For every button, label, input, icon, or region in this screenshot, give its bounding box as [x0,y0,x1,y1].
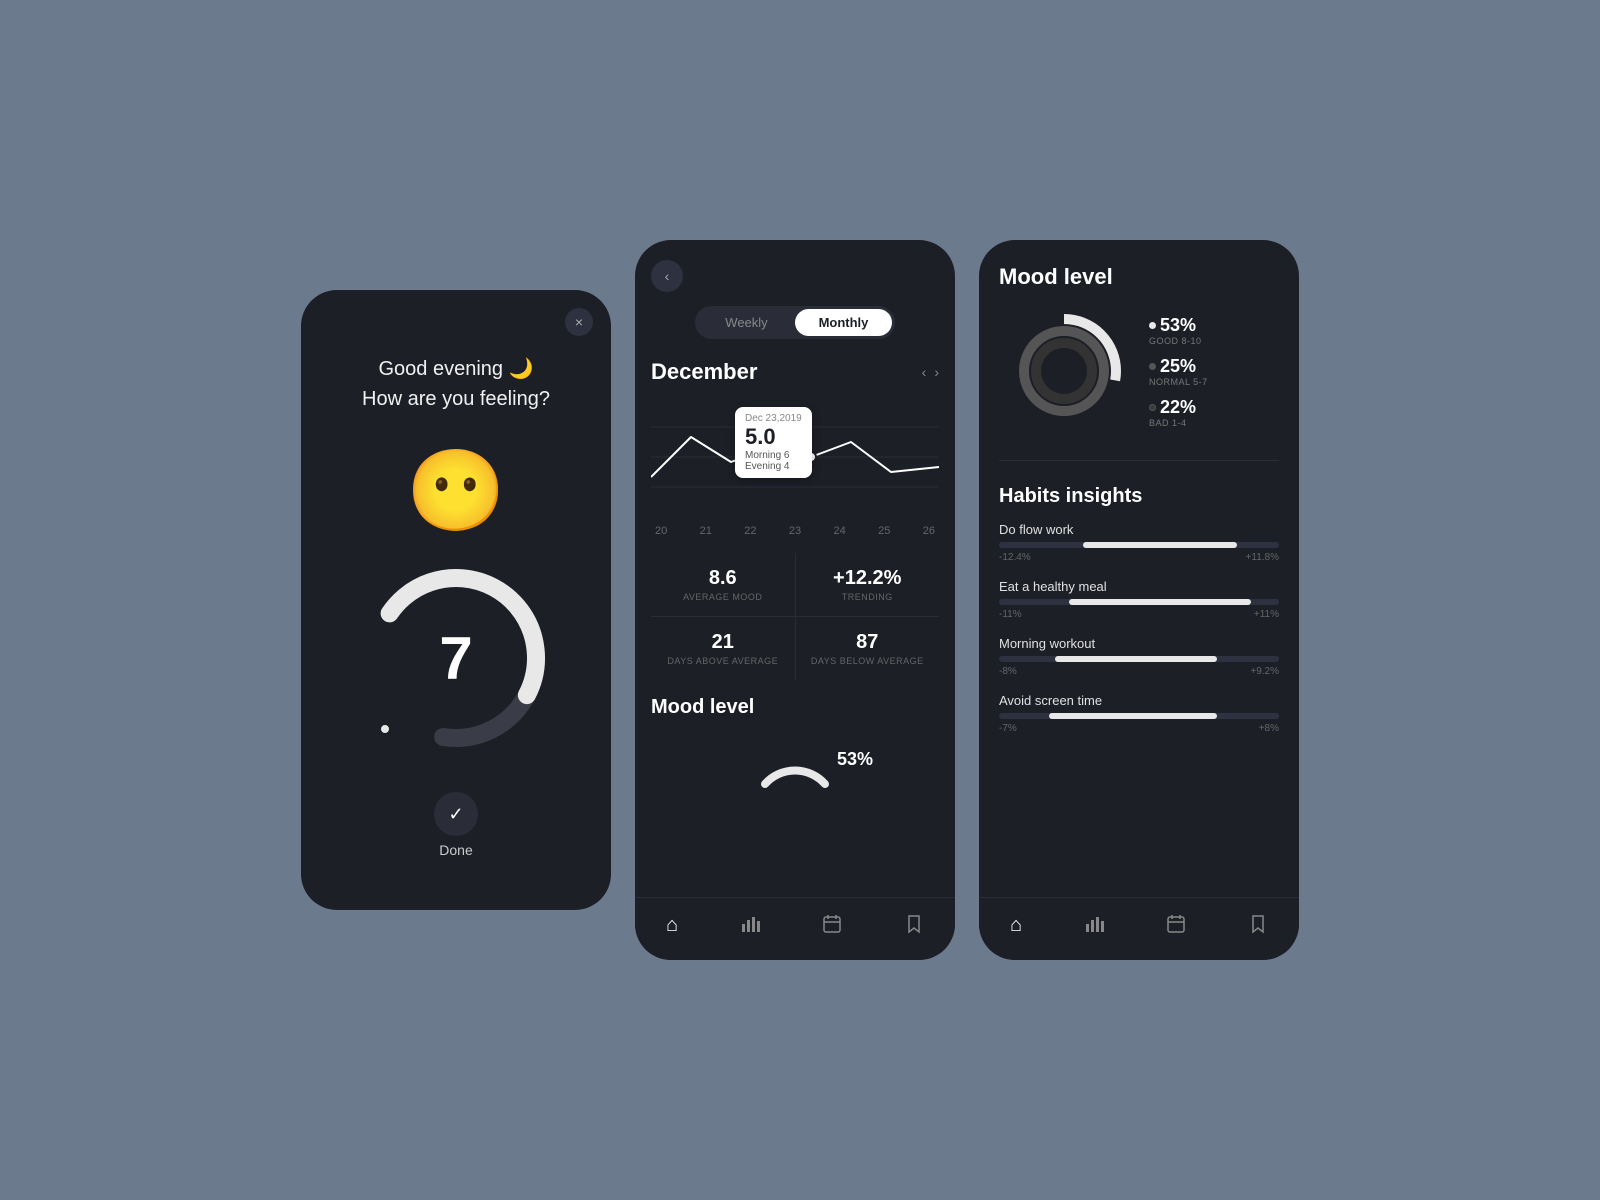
mood-chart: Dec 23,2019 5.0 Morning 6 Evening 4 [651,397,939,517]
greeting-line2: How are you feeling? [362,384,550,414]
nav-arrows: ‹ › [922,364,939,380]
stat-days-above: 21 DAYS ABOVE AVERAGE [651,617,795,680]
habits-section: Habits insights Do flow work -12.4% +11.… [999,485,1279,734]
mood-donut-preview: 53% [651,729,939,789]
done-button[interactable]: ✓ Done [434,792,478,858]
habit-4: Avoid screen time -7% +8% [999,693,1279,734]
nav-bookmark-2[interactable] [892,910,936,944]
tooltip-evening: Evening 4 [745,461,802,472]
phone-2: ‹ Weekly Monthly December ‹ › [635,240,955,960]
nav-calendar-3[interactable] [1154,910,1198,944]
mood-dial[interactable]: 7 [356,558,556,758]
close-icon: × [575,314,583,330]
stat-days-below: 87 DAYS BELOW AVERAGE [796,617,940,680]
nav-home-3[interactable]: ⌂ [998,910,1034,944]
habit-1-bar [999,542,1279,548]
back-button[interactable]: ‹ [651,260,683,292]
bottom-nav-3: ⌂ [979,897,1299,960]
mood-level-title: Mood level [999,264,1279,290]
habit-4-bar [999,713,1279,719]
habit-2-bar [999,599,1279,605]
greeting-text: Good evening 🌙 How are you feeling? [362,354,550,414]
back-icon: ‹ [665,268,670,284]
month-title: December [651,359,757,385]
greeting-line1: Good evening 🌙 [362,354,550,384]
nav-bookmark-3[interactable] [1236,910,1280,944]
nav-stats-2[interactable] [728,910,772,944]
stat-trending: +12.2% TRENDING [796,553,940,616]
stat-avg-mood: 8.6 AVERAGE MOOD [651,553,795,616]
tab-weekly[interactable]: Weekly [698,309,795,336]
nav-calendar-2[interactable] [810,910,854,944]
done-label: Done [439,842,472,858]
nav-stats-3[interactable] [1072,910,1116,944]
chart-tooltip: Dec 23,2019 5.0 Morning 6 Evening 4 [735,407,812,478]
chart-labels: 20 21 22 23 24 25 26 [651,525,939,537]
next-month-button[interactable]: › [934,364,939,380]
donut-section: 53 % GOOD 8-10 25 % NORMAL 5-7 [999,306,1279,461]
normal-dot [1149,363,1156,370]
month-header: December ‹ › [651,359,939,385]
dial-handle [378,722,392,736]
habit-3-range: -8% +9.2% [999,666,1279,677]
donut-legend: 53 % GOOD 8-10 25 % NORMAL 5-7 [1149,315,1208,428]
legend-normal: 25 % NORMAL 5-7 [1149,356,1208,387]
tooltip-morning: Morning 6 [745,450,802,461]
habit-3-bar [999,656,1279,662]
habit-2-range: -11% +11% [999,609,1279,620]
phone2-content: ‹ Weekly Monthly December ‹ › [635,240,955,897]
bad-dot [1149,404,1156,411]
phone-1: × Good evening 🌙 How are you feeling? 😶 … [301,290,611,910]
tooltip-value: 5.0 [745,424,802,450]
tab-bar: Weekly Monthly [695,306,895,339]
prev-month-button[interactable]: ‹ [922,364,927,380]
habit-1-range: -12.4% +11.8% [999,552,1279,563]
moon-emoji: 😶 [406,444,506,538]
habit-1: Do flow work -12.4% +11.8% [999,522,1279,563]
legend-good: 53 % GOOD 8-10 [1149,315,1208,346]
dial-value: 7 [439,624,472,693]
donut-chart [999,306,1129,436]
good-dot [1149,322,1156,329]
legend-bad: 22 % BAD 1-4 [1149,397,1208,428]
habit-4-range: -7% +8% [999,723,1279,734]
mood-level-section: Mood level 53% [651,696,939,789]
nav-home-2[interactable]: ⌂ [654,910,690,944]
habit-2: Eat a healthy meal -11% +11% [999,579,1279,620]
phone3-content: Mood level 53 % [979,240,1299,897]
done-check-icon: ✓ [434,792,478,836]
close-button[interactable]: × [565,308,593,336]
tooltip-date: Dec 23,2019 [745,413,802,424]
stats-grid: 8.6 AVERAGE MOOD +12.2% TRENDING 21 DAYS… [651,553,939,680]
mood-pct-preview: 53% [837,749,873,770]
tab-monthly[interactable]: Monthly [795,309,892,336]
habit-3: Morning workout -8% +9.2% [999,636,1279,677]
habits-title: Habits insights [999,485,1279,508]
phone-3: Mood level 53 % [979,240,1299,960]
bottom-nav-2: ⌂ [635,897,955,960]
mood-level-title: Mood level [651,696,939,719]
